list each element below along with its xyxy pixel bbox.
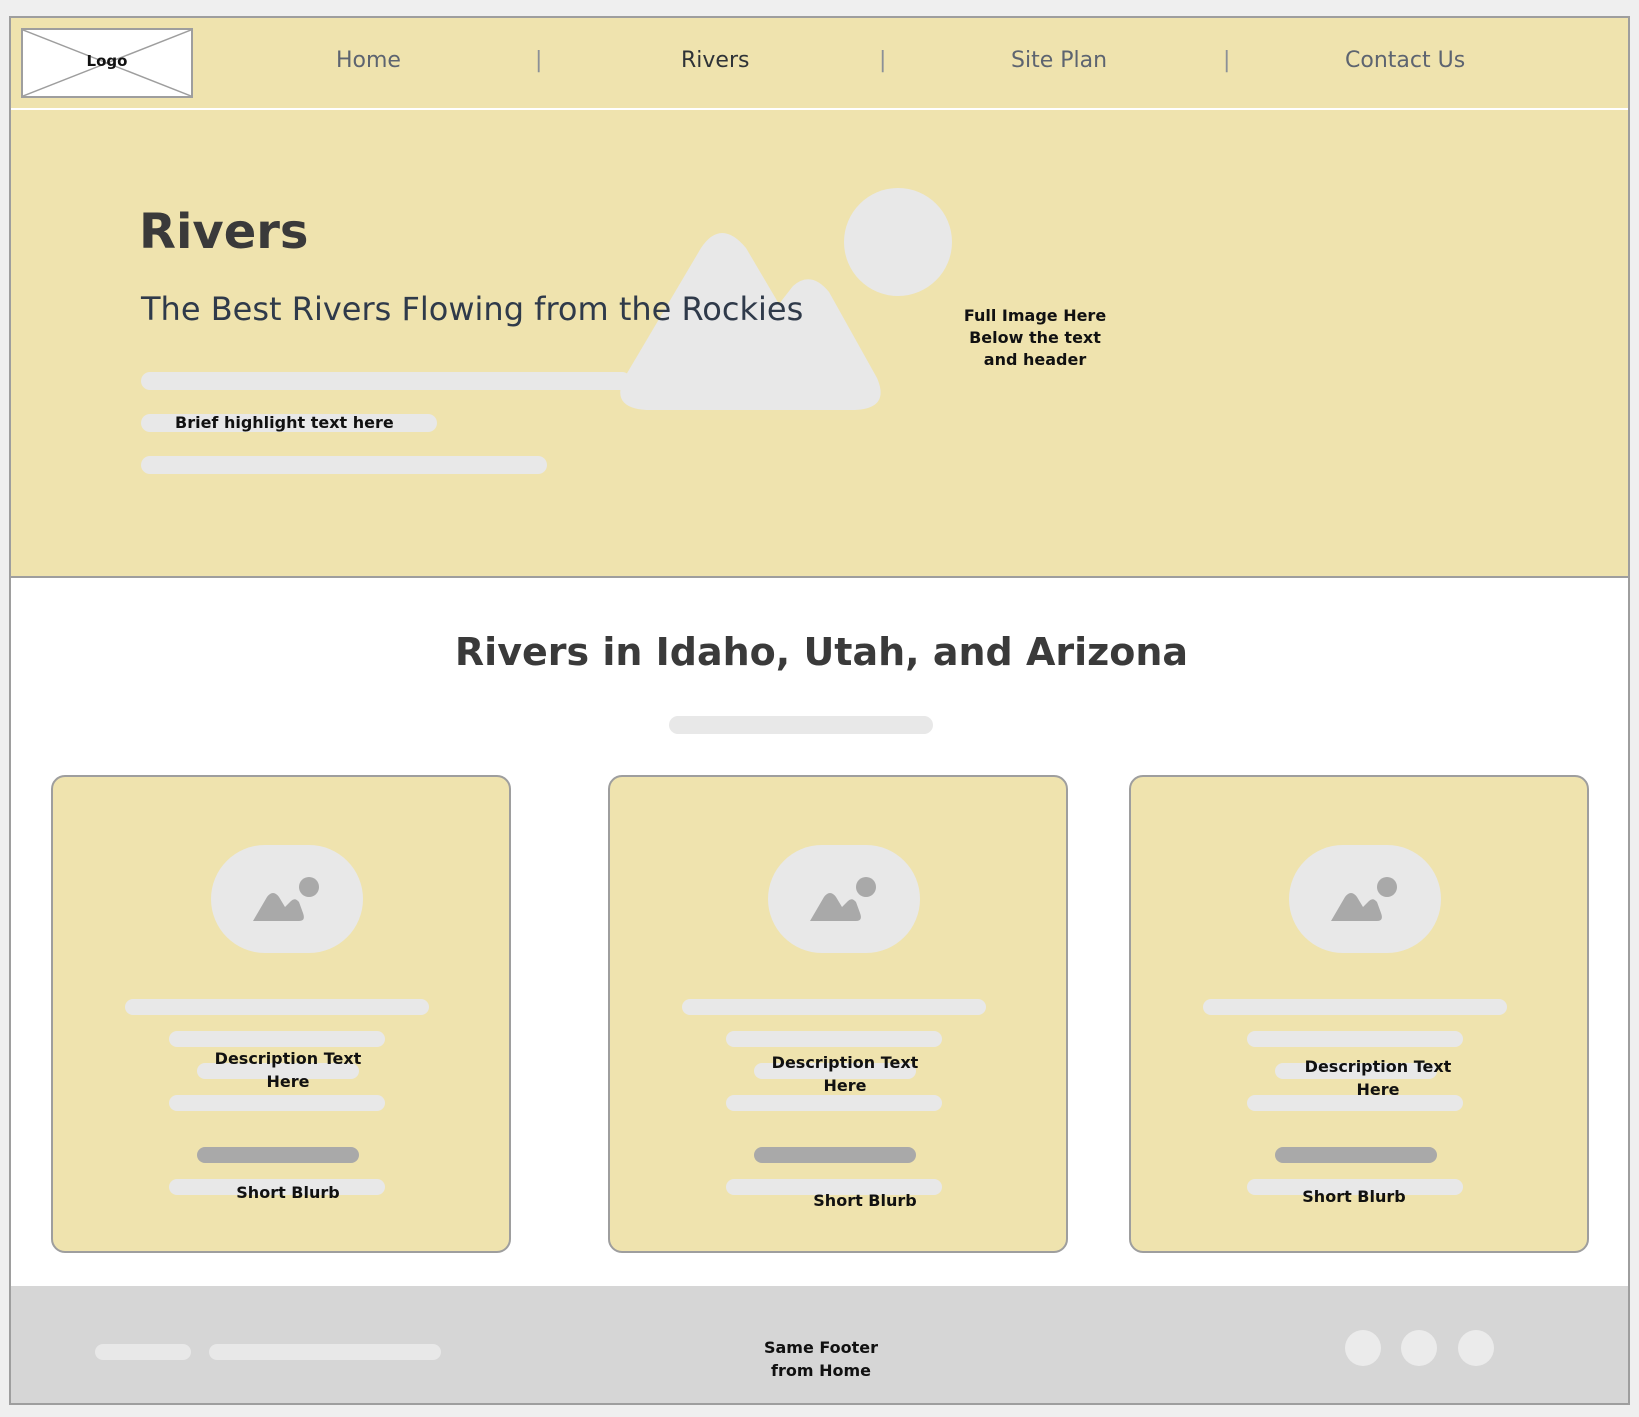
- river-card[interactable]: Description Text Here Short Blurb: [608, 775, 1068, 1253]
- text-placeholder-line: [669, 716, 933, 734]
- card-button-placeholder[interactable]: [197, 1147, 359, 1163]
- card-blurb: Short Blurb: [1302, 1187, 1406, 1206]
- text-placeholder-line: [682, 999, 986, 1015]
- river-card[interactable]: Description Text Here Short Blurb: [1129, 775, 1589, 1253]
- section-title: Rivers in Idaho, Utah, and Arizona: [454, 630, 1189, 674]
- page-frame: Logo Home | Rivers | Site Plan | Contact…: [9, 16, 1630, 1405]
- text-placeholder-line: [169, 1095, 385, 1111]
- card-image-placeholder: [768, 845, 920, 953]
- image-icon: [1331, 877, 1397, 921]
- top-nav: Logo Home | Rivers | Site Plan | Contact…: [11, 18, 1628, 110]
- hero-title: Rivers: [139, 204, 309, 260]
- card-blurb: Short Blurb: [236, 1183, 340, 1202]
- image-icon: [810, 877, 876, 921]
- text-placeholder-line: [726, 1031, 942, 1047]
- text-placeholder-line: [1203, 999, 1507, 1015]
- nav-separator: |: [1223, 48, 1231, 73]
- footer-link-placeholder[interactable]: [209, 1344, 441, 1360]
- logo-label: Logo: [86, 52, 128, 70]
- card-button-placeholder[interactable]: [754, 1147, 916, 1163]
- nav-link-contact-us[interactable]: Contact Us: [1345, 48, 1465, 73]
- card-button-placeholder[interactable]: [1275, 1147, 1437, 1163]
- hero-highlight: Brief highlight text here: [175, 413, 394, 432]
- footer: Same Footer from Home: [11, 1286, 1628, 1403]
- card-blurb: Short Blurb: [813, 1191, 917, 1210]
- text-placeholder-line: [169, 1031, 385, 1047]
- logo[interactable]: Logo: [21, 28, 193, 98]
- footer-text: Same Footer from Home: [763, 1338, 879, 1380]
- card-image-placeholder: [1289, 845, 1441, 953]
- card-description: Description Text Here: [214, 1049, 362, 1091]
- image-icon: [253, 877, 319, 921]
- footer-link-placeholder[interactable]: [95, 1344, 191, 1360]
- nav-separator: |: [879, 48, 887, 73]
- nav-separator: |: [535, 48, 543, 73]
- text-placeholder-line: [141, 456, 547, 474]
- hero-subtitle: The Best Rivers Flowing from the Rockies: [141, 290, 804, 328]
- image-note: Full Image Here Below the text and heade…: [963, 306, 1107, 369]
- card-image-placeholder: [211, 845, 363, 953]
- nav-link-home[interactable]: Home: [336, 48, 401, 73]
- hero-image-placeholder-icon: [620, 188, 952, 410]
- hero-section: Rivers The Best Rivers Flowing from the …: [11, 110, 1628, 578]
- text-placeholder-line: [125, 999, 429, 1015]
- river-card[interactable]: Description Text Here Short Blurb: [51, 775, 511, 1253]
- text-placeholder-line: [726, 1095, 942, 1111]
- social-icon[interactable]: [1345, 1330, 1381, 1366]
- social-icon[interactable]: [1401, 1330, 1437, 1366]
- text-placeholder-line: [1247, 1031, 1463, 1047]
- text-placeholder-line: [141, 372, 631, 390]
- text-placeholder-line: [1247, 1095, 1463, 1111]
- nav-link-site-plan[interactable]: Site Plan: [1011, 48, 1107, 73]
- nav-link-rivers[interactable]: Rivers: [681, 48, 749, 73]
- card-description: Description Text Here: [771, 1053, 919, 1095]
- social-icon[interactable]: [1458, 1330, 1494, 1366]
